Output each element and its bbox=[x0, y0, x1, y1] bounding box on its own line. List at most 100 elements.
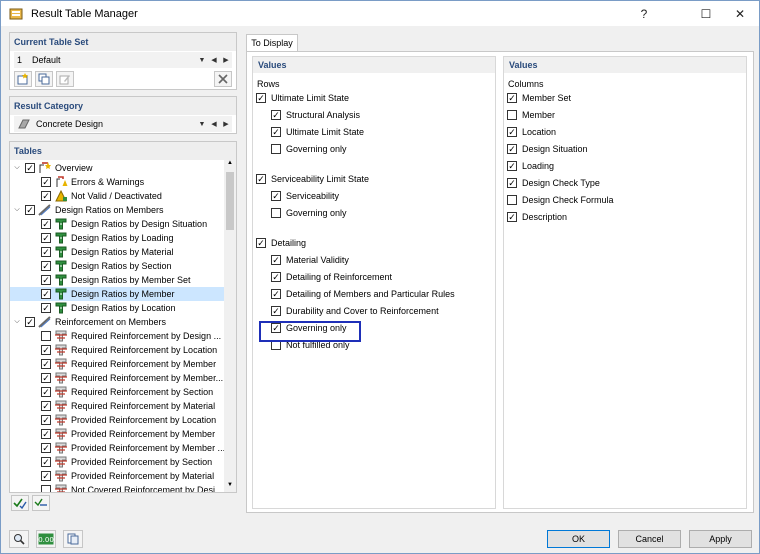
table-checkbox[interactable]: ✓ bbox=[41, 373, 51, 383]
column-option-checkbox[interactable] bbox=[507, 110, 517, 120]
row-option[interactable]: ✓ Structural Analysis bbox=[271, 110, 360, 120]
table-tree-item[interactable]: ✓ Design Ratios by Material bbox=[10, 245, 232, 259]
table-tree-item[interactable]: ✓ Provided Reinforcement by Section bbox=[10, 455, 232, 469]
table-checkbox[interactable] bbox=[41, 485, 51, 492]
search-button[interactable] bbox=[9, 530, 29, 548]
table-checkbox[interactable]: ✓ bbox=[41, 247, 51, 257]
row-option[interactable]: ✓ Detailing of Members and Particular Rul… bbox=[271, 289, 455, 299]
table-checkbox[interactable] bbox=[41, 331, 51, 341]
table-checkbox[interactable]: ✓ bbox=[41, 275, 51, 285]
column-option-checkbox[interactable]: ✓ bbox=[507, 212, 517, 222]
table-checkbox[interactable]: ✓ bbox=[41, 415, 51, 425]
table-tree-item[interactable]: ✓ Required Reinforcement by Section bbox=[10, 385, 232, 399]
scrollbar-thumb[interactable] bbox=[226, 172, 234, 230]
table-tree-item[interactable]: ✓ Design Ratios by Loading bbox=[10, 231, 232, 245]
table-checkbox[interactable]: ✓ bbox=[41, 457, 51, 467]
ok-button[interactable]: OK bbox=[547, 530, 610, 548]
table-checkbox[interactable]: ✓ bbox=[41, 191, 51, 201]
units-button[interactable] bbox=[63, 530, 83, 548]
table-tree-item[interactable]: ✓ Not Valid / Deactivated bbox=[10, 189, 232, 203]
decimal-places-button[interactable]: 0.00 bbox=[36, 530, 56, 548]
row-option-checkbox[interactable]: ✓ bbox=[256, 174, 266, 184]
table-set-selector[interactable]: 1 Default ▼ ◀ ▶ bbox=[14, 52, 232, 68]
table-tree-item[interactable]: ✓ Design Ratios by Member Set bbox=[10, 273, 232, 287]
table-tree-item[interactable]: ✓ Provided Reinforcement by Member bbox=[10, 427, 232, 441]
row-option[interactable]: ✓ Detailing of Reinforcement bbox=[271, 272, 392, 282]
row-option-checkbox[interactable] bbox=[271, 144, 281, 154]
column-option[interactable]: Member bbox=[507, 110, 555, 120]
table-checkbox[interactable]: ✓ bbox=[25, 205, 35, 215]
row-option-checkbox[interactable]: ✓ bbox=[271, 191, 281, 201]
table-tree-item[interactable]: ✓ Design Ratios by Location bbox=[10, 301, 232, 315]
deselect-all-button[interactable] bbox=[32, 495, 50, 511]
column-option[interactable]: ✓ Loading bbox=[507, 161, 554, 171]
table-checkbox[interactable]: ✓ bbox=[41, 359, 51, 369]
table-checkbox[interactable]: ✓ bbox=[41, 387, 51, 397]
column-option-checkbox[interactable]: ✓ bbox=[507, 93, 517, 103]
column-option[interactable]: Design Check Formula bbox=[507, 195, 614, 205]
column-option-checkbox[interactable]: ✓ bbox=[507, 161, 517, 171]
column-option-checkbox[interactable]: ✓ bbox=[507, 178, 517, 188]
table-tree-item[interactable]: ⌵ ✓ Overview bbox=[10, 161, 232, 175]
scroll-up-icon[interactable]: ▲ bbox=[224, 160, 236, 170]
table-tree-item[interactable]: ✓ Required Reinforcement by Member... bbox=[10, 371, 232, 385]
column-option[interactable]: ✓ Design Situation bbox=[507, 144, 588, 154]
next-arrow-icon[interactable]: ▶ bbox=[220, 116, 232, 132]
expand-chevron-icon[interactable]: ⌵ bbox=[12, 205, 22, 215]
row-option[interactable]: ✓ Serviceability Limit State bbox=[256, 174, 369, 184]
table-checkbox[interactable]: ✓ bbox=[41, 219, 51, 229]
row-option[interactable]: ✓ Serviceability bbox=[271, 191, 339, 201]
column-option[interactable]: ✓ Design Check Type bbox=[507, 178, 600, 188]
scroll-down-icon[interactable]: ▼ bbox=[224, 482, 236, 492]
table-checkbox[interactable]: ✓ bbox=[41, 303, 51, 313]
table-tree-item[interactable]: ✓ Provided Reinforcement by Member ... bbox=[10, 441, 232, 455]
row-option[interactable]: ✓ Detailing bbox=[256, 238, 306, 248]
table-tree-item[interactable]: ✓ Design Ratios by Section bbox=[10, 259, 232, 273]
row-option[interactable]: Governing only bbox=[271, 144, 347, 154]
previous-arrow-icon[interactable]: ◀ bbox=[208, 52, 220, 68]
row-option-checkbox[interactable]: ✓ bbox=[271, 127, 281, 137]
table-checkbox[interactable]: ✓ bbox=[41, 443, 51, 453]
new-table-set-button[interactable] bbox=[14, 71, 32, 87]
column-option-checkbox[interactable]: ✓ bbox=[507, 127, 517, 137]
column-option[interactable]: ✓ Member Set bbox=[507, 93, 571, 103]
table-checkbox[interactable]: ✓ bbox=[41, 345, 51, 355]
maximize-button[interactable]: ☐ bbox=[689, 1, 723, 26]
result-category-selector[interactable]: Concrete Design ▼ ◀ ▶ bbox=[14, 116, 232, 132]
table-checkbox[interactable]: ✓ bbox=[41, 429, 51, 439]
row-option-checkbox[interactable]: ✓ bbox=[256, 238, 266, 248]
row-option[interactable]: ✓ Durability and Cover to Reinforcement bbox=[271, 306, 439, 316]
table-tree-item[interactable]: ✓ Required Reinforcement by Location bbox=[10, 343, 232, 357]
table-tree-item[interactable]: ⌵ ✓ Reinforcement on Members bbox=[10, 315, 232, 329]
row-option-checkbox[interactable]: ✓ bbox=[271, 272, 281, 282]
row-option-checkbox[interactable] bbox=[271, 208, 281, 218]
column-option[interactable]: ✓ Description bbox=[507, 212, 567, 222]
help-button[interactable]: ? bbox=[627, 1, 661, 26]
tables-scrollbar[interactable]: ▲ ▼ bbox=[224, 160, 236, 492]
cancel-button[interactable]: Cancel bbox=[618, 530, 681, 548]
chevron-down-icon[interactable]: ▼ bbox=[196, 52, 208, 68]
row-option[interactable]: Governing only bbox=[271, 208, 347, 218]
column-option-checkbox[interactable] bbox=[507, 195, 517, 205]
table-tree-item[interactable]: ⌵ ✓ Design Ratios on Members bbox=[10, 203, 232, 217]
column-option-checkbox[interactable]: ✓ bbox=[507, 144, 517, 154]
row-option-checkbox[interactable]: ✓ bbox=[271, 255, 281, 265]
table-tree-item[interactable]: ✓ Required Reinforcement by Member bbox=[10, 357, 232, 371]
row-option[interactable]: ✓ Ultimate Limit State bbox=[271, 127, 364, 137]
tab-to-display[interactable]: To Display bbox=[246, 34, 298, 51]
table-checkbox[interactable]: ✓ bbox=[25, 317, 35, 327]
copy-table-set-button[interactable] bbox=[35, 71, 53, 87]
rename-table-set-button[interactable] bbox=[56, 71, 74, 87]
column-option[interactable]: ✓ Location bbox=[507, 127, 556, 137]
table-tree-item[interactable]: ✓ Required Reinforcement by Material bbox=[10, 399, 232, 413]
table-checkbox[interactable]: ✓ bbox=[41, 289, 51, 299]
table-checkbox[interactable]: ✓ bbox=[25, 163, 35, 173]
select-all-button[interactable] bbox=[11, 495, 29, 511]
table-tree-item[interactable]: ✓ Errors & Warnings bbox=[10, 175, 232, 189]
row-option-checkbox[interactable]: ✓ bbox=[256, 93, 266, 103]
expand-chevron-icon[interactable]: ⌵ bbox=[12, 317, 22, 327]
table-checkbox[interactable]: ✓ bbox=[41, 261, 51, 271]
row-option-checkbox[interactable]: ✓ bbox=[271, 110, 281, 120]
expand-chevron-icon[interactable]: ⌵ bbox=[12, 163, 22, 173]
row-option[interactable]: ✓ Material Validity bbox=[271, 255, 349, 265]
